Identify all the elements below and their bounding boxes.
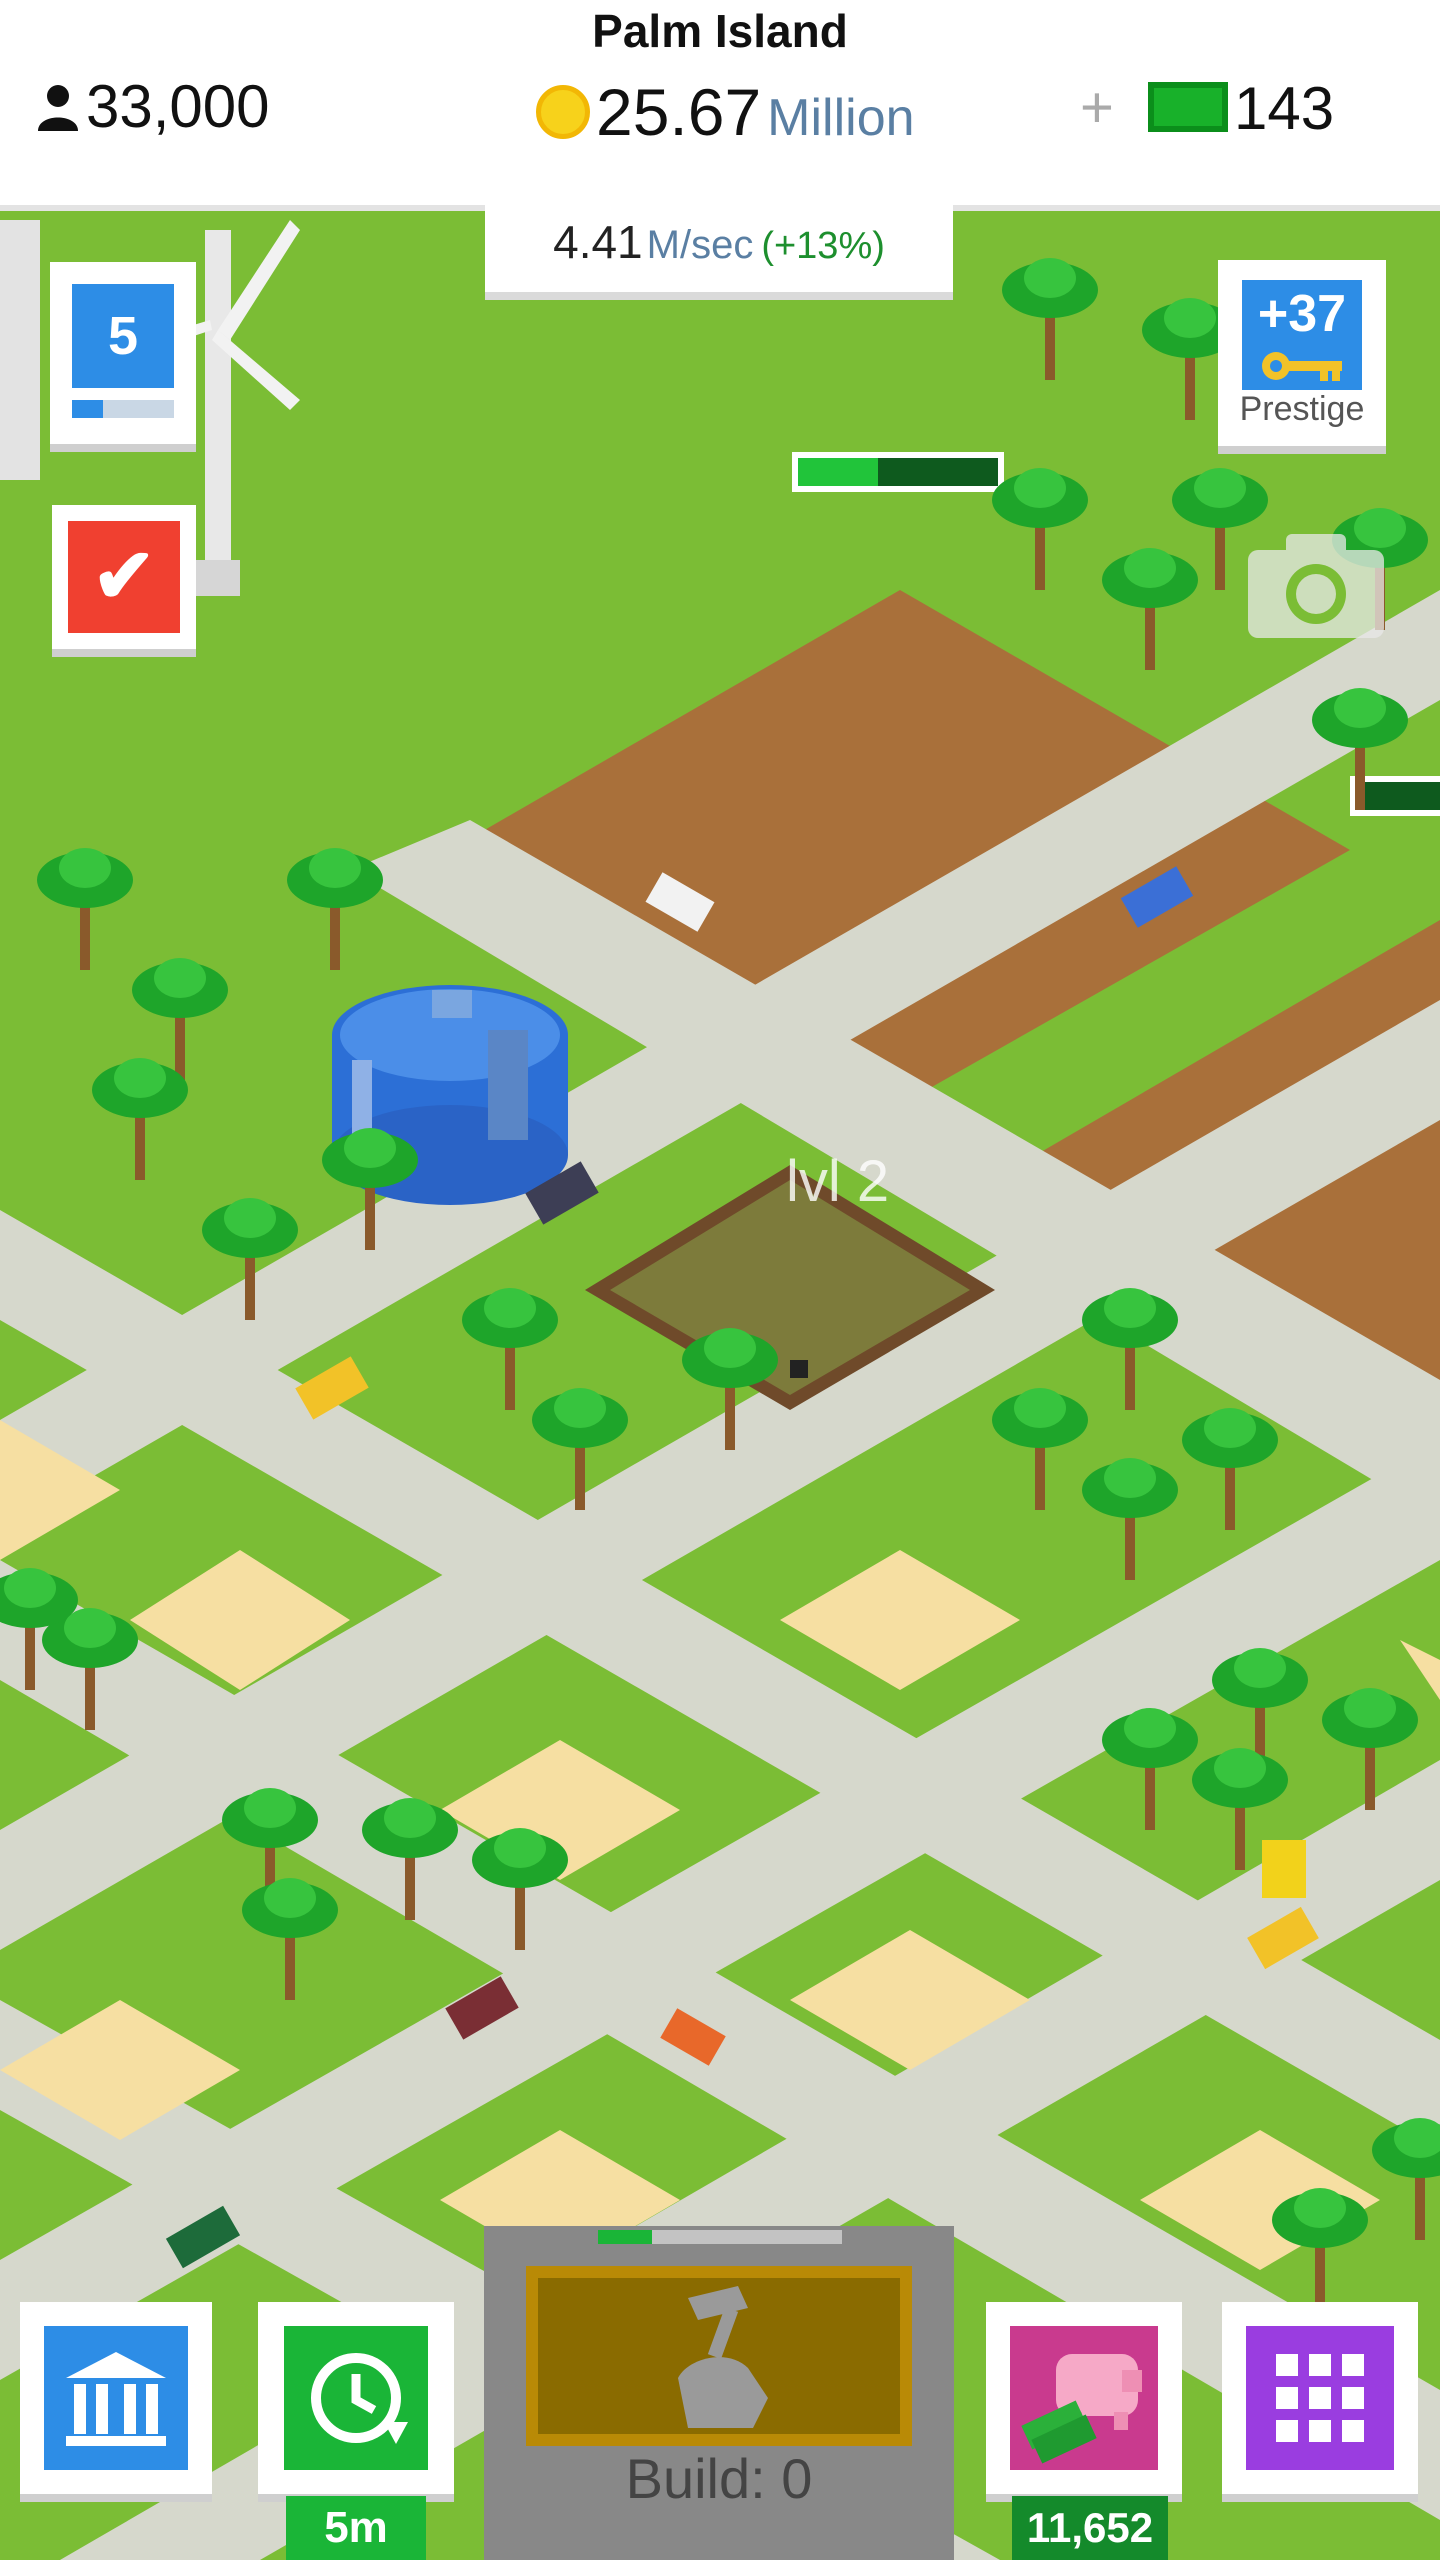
cash-value: 143 (1234, 75, 1335, 142)
coin-icon (536, 85, 590, 139)
bank-icon (44, 2326, 188, 2470)
level-number: 5 (72, 284, 174, 388)
building-level-label: lvl 2 (786, 1149, 890, 1214)
person-icon (38, 84, 78, 131)
piggy-bank-icon (1010, 2326, 1158, 2470)
clock-refresh-icon (284, 2326, 428, 2470)
boost-timer-button[interactable] (258, 2302, 454, 2494)
cash-icon (1148, 82, 1228, 132)
prestige-badge: +37 (1242, 280, 1362, 390)
map-progress-bar (792, 452, 1004, 492)
build-progress-fill (598, 2230, 652, 2244)
population-value: 33,000 (86, 73, 270, 140)
money-counter: 25.67 Million (536, 74, 915, 150)
bank-button[interactable] (20, 2302, 212, 2494)
population-counter: 33,000 (36, 72, 270, 141)
income-value: 4.41 (553, 216, 643, 268)
grid-icon (1246, 2326, 1394, 2470)
hammer-hand-icon (678, 2286, 768, 2428)
level-button[interactable]: 5 (50, 262, 196, 444)
build-icon-frame (526, 2266, 912, 2446)
piggy-bank-value: 11,652 (1012, 2496, 1168, 2560)
prestige-value: +37 (1257, 285, 1347, 343)
checkmark-icon: ✔ (68, 521, 180, 633)
income-unit: M/sec (646, 223, 754, 267)
build-label: Build: 0 (625, 2447, 813, 2510)
income-bonus: (+13%) (761, 225, 885, 267)
camera-icon[interactable] (1248, 530, 1384, 638)
prestige-label: Prestige (1239, 390, 1365, 428)
level-progress-bar (72, 400, 174, 418)
income-rate-panel[interactable]: 4.41 M/sec (+13%) (485, 200, 953, 292)
build-button[interactable]: Build: 0 (484, 2226, 954, 2560)
boost-timer-label: 5m (286, 2496, 426, 2560)
prestige-button[interactable]: +37 Prestige (1218, 260, 1386, 446)
bonus-figure[interactable] (1262, 1840, 1306, 1898)
level-progress-fill (72, 400, 103, 418)
money-unit: Million (767, 89, 915, 147)
piggy-bank-button[interactable] (986, 2302, 1182, 2494)
add-cash-button[interactable]: + (1080, 74, 1114, 141)
key-icon (1262, 352, 1342, 381)
menu-button[interactable] (1222, 2302, 1418, 2494)
goals-button[interactable]: ✔ (52, 505, 196, 649)
top-bar: Palm Island 33,000 25.67 Million + 143 (0, 0, 1440, 205)
build-progress-bar (598, 2230, 842, 2244)
money-value: 25.67 (596, 75, 762, 149)
city-name: Palm Island (592, 5, 848, 57)
